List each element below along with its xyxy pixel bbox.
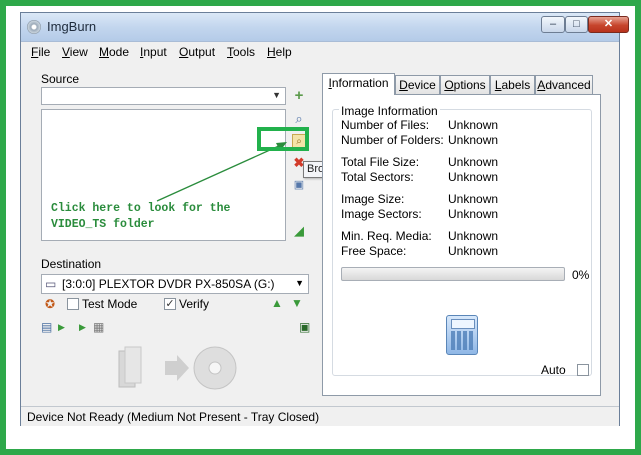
play-icon[interactable]: ▶ xyxy=(58,321,65,333)
verify-label: Verify xyxy=(179,297,210,311)
menu-input[interactable]: Input xyxy=(140,45,167,59)
minimize-button[interactable]: – xyxy=(541,16,565,33)
tab-device[interactable]: Device xyxy=(395,75,440,94)
menu-file[interactable]: File xyxy=(31,45,50,59)
tab-advanced[interactable]: Advanced xyxy=(535,75,593,94)
test-mode-checkbox[interactable] xyxy=(67,298,79,310)
play-small-icon[interactable]: ▶ xyxy=(79,321,86,333)
write-speed-icon[interactable]: ✪ xyxy=(45,298,55,310)
source-label: Source xyxy=(41,72,80,86)
group-title: Image Information xyxy=(339,104,440,118)
info-label-file-size: Total File Size: xyxy=(341,155,420,169)
tab-labels[interactable]: Labels xyxy=(490,75,535,94)
menu-help[interactable]: Help xyxy=(267,45,292,59)
queue-icon[interactable]: ▦ xyxy=(93,321,104,333)
info-value-image-sectors: Unknown xyxy=(448,207,499,221)
tab-options[interactable]: Options xyxy=(440,75,490,94)
info-value-file-size: Unknown xyxy=(448,155,499,169)
auto-checkbox[interactable] xyxy=(577,364,589,376)
test-mode-label: Test Mode xyxy=(82,297,138,311)
browse-file-icon[interactable]: ⌕ xyxy=(292,112,306,126)
destination-drive-value: [3:0:0] PLEXTOR DVDR PX-850SA (G:) xyxy=(62,277,275,291)
calculator-screen xyxy=(451,319,475,329)
status-text: Device Not Ready (Medium Not Present - T… xyxy=(27,410,320,424)
title-bar: ImgBurn – □ ✕ xyxy=(21,13,629,42)
annotation-line-2: VIDEO_TS folder xyxy=(51,218,155,231)
info-label-sectors: Total Sectors: xyxy=(341,170,414,184)
disc-hole-icon xyxy=(208,361,222,375)
graph-icon[interactable]: ▣ xyxy=(299,321,310,333)
imgburn-app-icon xyxy=(27,20,41,34)
chevron-down-icon: ▼ xyxy=(272,90,281,100)
info-value-folders: Unknown xyxy=(448,133,499,147)
info-value-files: Unknown xyxy=(448,118,499,132)
auto-label: Auto xyxy=(541,363,566,377)
annotation-arrow-line xyxy=(156,144,282,202)
copies-up-icon[interactable]: ▲ xyxy=(271,297,283,309)
info-label-folders: Number of Folders: xyxy=(341,133,444,147)
progress-percent: 0% xyxy=(572,268,590,282)
add-icon[interactable]: + xyxy=(292,88,306,103)
highlight-rectangle xyxy=(257,127,309,151)
info-label-image-sectors: Image Sectors: xyxy=(341,207,422,221)
status-bar: Device Not Ready (Medium Not Present - T… xyxy=(21,406,619,426)
info-label-image-size: Image Size: xyxy=(341,192,405,206)
menu-tools[interactable]: Tools xyxy=(227,45,255,59)
info-label-files: Number of Files: xyxy=(341,118,430,132)
build-arrow-icon[interactable]: ◢ xyxy=(292,224,306,238)
imgburn-window: ImgBurn – □ ✕ File View Mode Input Outpu… xyxy=(20,12,629,426)
destination-label: Destination xyxy=(41,257,102,271)
progress-bar xyxy=(341,267,565,281)
tab-information[interactable]: Information xyxy=(322,73,395,95)
copies-down-icon[interactable]: ▼ xyxy=(291,297,303,309)
info-value-free-space: Unknown xyxy=(448,244,499,258)
menu-output[interactable]: Output xyxy=(179,45,215,59)
drive-icon: ▭ xyxy=(45,277,57,291)
info-value-image-size: Unknown xyxy=(448,192,499,206)
info-value-min-media: Unknown xyxy=(448,229,499,243)
menu-view[interactable]: View xyxy=(62,45,88,59)
info-label-free-space: Free Space: xyxy=(341,244,407,258)
menu-bar: File View Mode Input Output Tools Help xyxy=(21,42,619,62)
close-button[interactable]: ✕ xyxy=(588,16,629,33)
folder-front-icon xyxy=(124,346,142,384)
arrow-right-icon xyxy=(165,355,189,381)
info-label-min-media: Min. Req. Media: xyxy=(341,229,432,243)
destination-drive-combo[interactable]: ▭ [3:0:0] PLEXTOR DVDR PX-850SA (G:) ▼ xyxy=(41,274,309,294)
calculator-icon[interactable] xyxy=(446,315,478,355)
maximize-button[interactable]: □ xyxy=(565,16,588,33)
build-mode-graphic[interactable] xyxy=(117,343,237,393)
info-value-sectors: Unknown xyxy=(448,170,499,184)
source-combo[interactable]: ▼ xyxy=(41,87,286,105)
chevron-down-icon: ▼ xyxy=(295,278,304,288)
window-title: ImgBurn xyxy=(47,19,97,34)
menu-mode[interactable]: Mode xyxy=(99,45,129,59)
verify-checkbox[interactable]: ✓ xyxy=(164,298,176,310)
calculator-keys xyxy=(451,331,473,350)
log-icon[interactable]: ▤ xyxy=(41,321,52,333)
